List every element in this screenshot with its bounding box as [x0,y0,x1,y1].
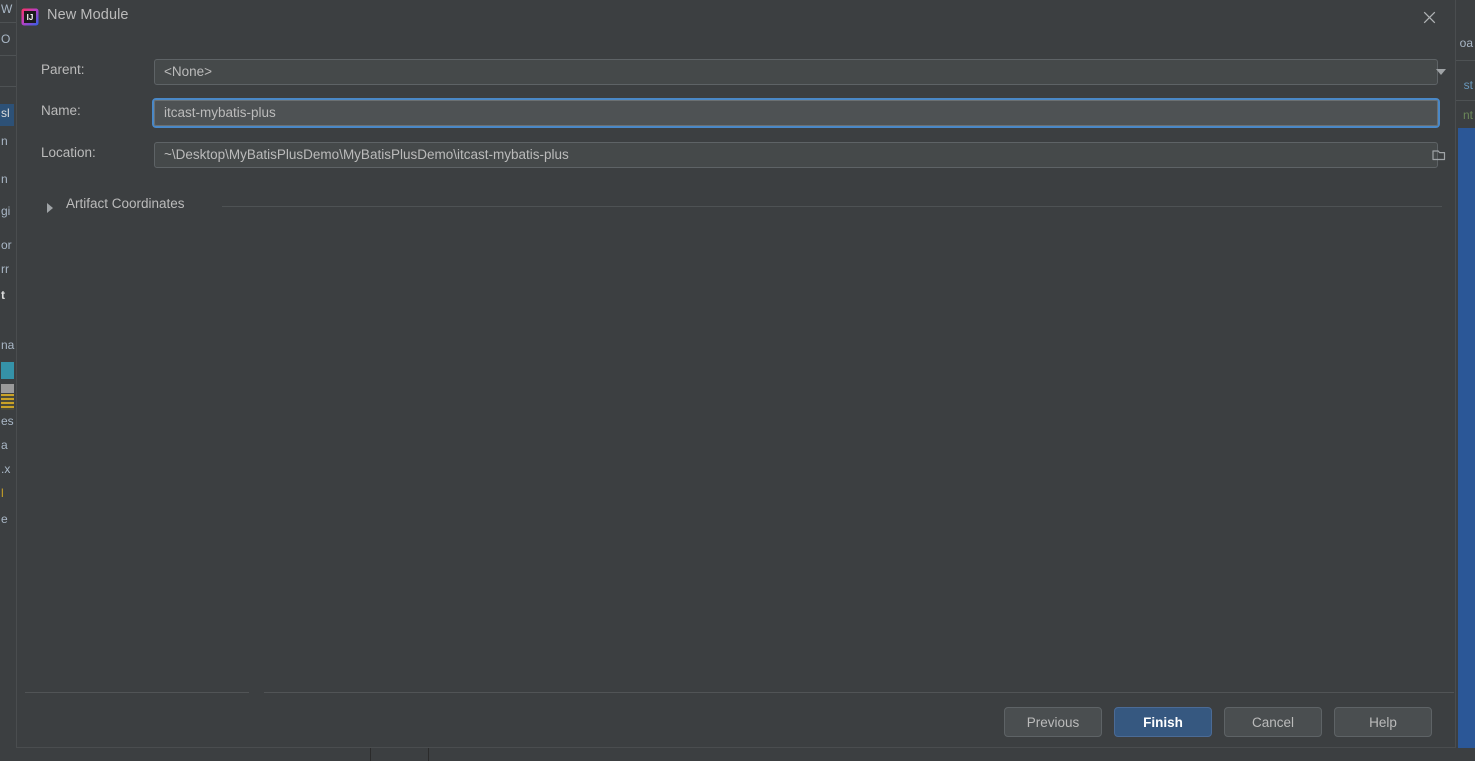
backdrop-text-fragment: or [1,238,12,252]
divider [0,55,16,56]
location-input[interactable]: ~\Desktop\MyBatisPlusDemo\MyBatisPlusDem… [154,142,1438,168]
divider [0,86,16,87]
triangle-right-icon[interactable] [47,203,53,213]
footer-divider-left [25,692,249,693]
ide-bottom-bar [0,748,1475,761]
backdrop-color-chip [1,394,14,410]
help-button[interactable]: Help [1334,707,1432,737]
new-module-dialog: IJ New Module Parent: <None> Name: itcas… [16,0,1456,748]
backdrop-text-fragment: st [1463,78,1473,92]
divider [370,748,371,761]
backdrop-color-chip [1,362,14,379]
backdrop-text-fragment: gi [1,204,11,218]
divider [1455,100,1475,101]
intellij-idea-icon: IJ [21,8,39,26]
backdrop-text-fragment: t [1,288,5,302]
svg-text:IJ: IJ [27,13,34,22]
backdrop-text-fragment: e [1,512,8,526]
backdrop-text-fragment: l [1,486,4,500]
parent-dropdown[interactable]: <None> [154,59,1438,85]
divider [1455,60,1475,61]
previous-button[interactable]: Previous [1004,707,1102,737]
backdrop-highlight-band [1458,128,1475,761]
backdrop-text-fragment: W [1,2,13,16]
parent-label: Parent: [41,62,85,77]
cancel-button[interactable]: Cancel [1224,707,1322,737]
dialog-title: New Module [47,7,129,23]
dialog-titlebar: IJ New Module [17,0,1455,35]
parent-row: Parent: <None> [17,59,1457,85]
backdrop-text-fragment: nt [1462,108,1473,122]
footer-divider-right [264,692,1454,693]
name-label: Name: [41,103,81,118]
divider [0,22,16,23]
ide-right-column: oa st nt [1455,0,1475,761]
backdrop-text-fragment: es [1,414,14,428]
name-input-focus-ring: itcast-mybatis-plus [152,98,1440,128]
close-icon[interactable] [1407,0,1451,34]
chevron-down-icon[interactable] [1436,69,1446,75]
backdrop-color-chip [1,384,14,393]
artifact-coordinates-label[interactable]: Artifact Coordinates [66,196,185,211]
name-row: Name: itcast-mybatis-plus [17,98,1457,128]
finish-button[interactable]: Finish [1114,707,1212,737]
name-input[interactable]: itcast-mybatis-plus [154,100,1438,126]
backdrop-text-fragment: .x [1,462,11,476]
backdrop-text-fragment: rr [1,262,9,276]
backdrop-text-fragment: na [1,338,15,352]
backdrop-text-fragment: O [1,32,11,46]
backdrop-text-fragment: n [1,134,8,148]
backdrop-text-fragment: n [1,172,8,186]
dialog-button-bar: Previous Finish Cancel Help [1004,707,1432,737]
backdrop-text-fragment: a [1,438,8,452]
location-row: Location: ~\Desktop\MyBatisPlusDemo\MyBa… [17,142,1457,168]
backdrop-text-fragment: oa [1459,36,1473,50]
ide-left-gutter: W O sl n n gi or rr t na es a .x l e [0,0,16,761]
folder-icon[interactable] [1432,147,1449,163]
location-label: Location: [41,145,96,160]
section-divider [222,206,1442,207]
artifact-coordinates-section[interactable]: Artifact Coordinates [17,196,1457,220]
backdrop-text-fragment: sl [1,106,10,120]
divider [428,748,429,761]
